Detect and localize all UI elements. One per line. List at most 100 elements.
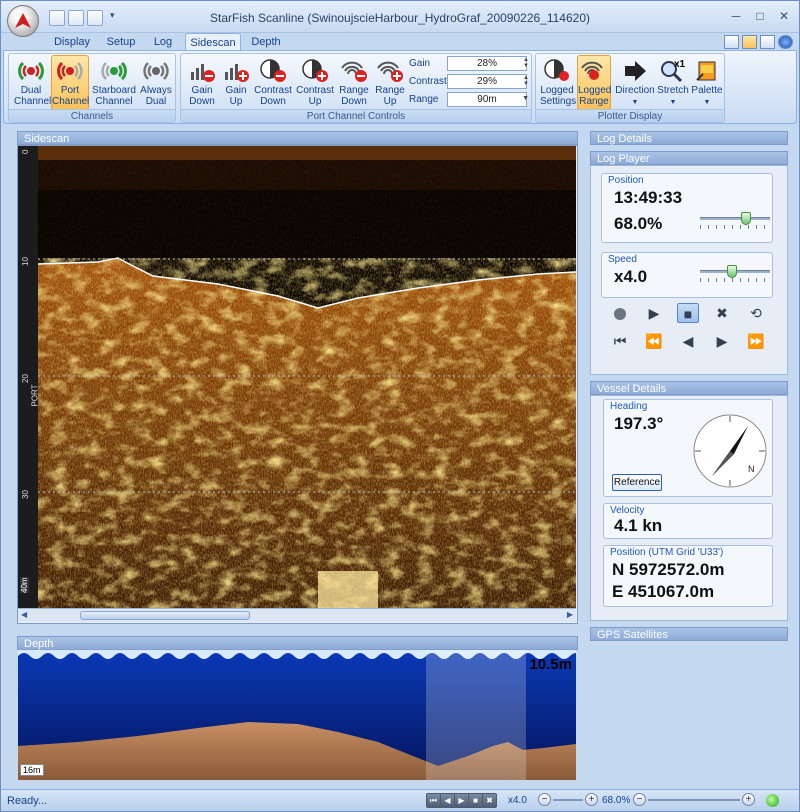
range-down-icon xyxy=(341,61,367,82)
speed-slider-ticks xyxy=(700,278,770,282)
range-up-button[interactable]: Range Up xyxy=(373,55,407,110)
gain-down-button[interactable]: Gain Down xyxy=(185,55,219,110)
current-depth-readout: 10.5m xyxy=(529,656,572,673)
gain-up-button[interactable]: Gain Up xyxy=(221,55,251,110)
minimize-button[interactable]: ─ xyxy=(725,7,747,25)
loop-icon: ⟲ xyxy=(750,305,762,321)
vessel-details-header[interactable]: Vessel Details xyxy=(590,381,788,395)
step-back-icon: ◀ xyxy=(682,333,694,349)
logged-range-button[interactable]: Logged Range xyxy=(577,55,611,110)
velocity-title: Velocity xyxy=(610,505,645,516)
scroll-left-icon[interactable]: ◀ xyxy=(21,610,27,619)
status-skip-start-icon[interactable]: ⏮ xyxy=(427,794,440,807)
range-dropdown-icon[interactable]: ▼ xyxy=(522,95,529,102)
stop-button[interactable]: ■ xyxy=(677,303,699,323)
range-select[interactable]: 90m xyxy=(447,92,527,107)
scroll-right-icon[interactable]: ▶ xyxy=(567,610,573,619)
tab-sidescan[interactable]: Sidescan xyxy=(185,33,241,51)
sidescan-horizontal-scrollbar[interactable]: ◀ ▶ xyxy=(18,608,576,622)
heading-value: 197.3° xyxy=(614,414,664,433)
contrast-spin-icon[interactable]: ▲ ▼ xyxy=(523,75,529,87)
step-back-button[interactable]: ◀ xyxy=(677,331,699,351)
always-dual-button[interactable]: Always Dual xyxy=(139,55,173,110)
layout-split-icon[interactable] xyxy=(742,35,757,49)
go-to-start-button[interactable]: ⏮ xyxy=(609,331,631,351)
fast-forward-button[interactable]: ⏩ xyxy=(745,331,767,351)
palette-icon xyxy=(696,61,716,81)
position-plus-icon[interactable]: + xyxy=(742,793,755,806)
step-forward-button[interactable]: ▶ xyxy=(711,331,733,351)
direction-dropdown-icon[interactable]: ▼ xyxy=(632,99,639,106)
tab-display[interactable]: Display xyxy=(51,33,93,51)
status-speed: x4.0 xyxy=(508,795,527,806)
status-rewind-icon[interactable]: ◀ xyxy=(441,794,454,807)
depth-profile-view[interactable]: 10.5m 16m xyxy=(18,650,576,780)
logged-settings-button[interactable]: Logged Settings xyxy=(539,55,577,110)
range-control: Range 90m ▼ xyxy=(409,92,531,109)
tab-depth[interactable]: Depth xyxy=(247,33,285,51)
dual-channel-button[interactable]: Dual Channel xyxy=(13,55,51,110)
gain-down-icon xyxy=(191,64,215,82)
contrast-up-button[interactable]: Contrast Up xyxy=(295,55,335,110)
depth-tick: 20 xyxy=(21,374,30,383)
gps-satellites-header[interactable]: GPS Satellites xyxy=(590,627,788,641)
status-stop-icon[interactable]: ■ xyxy=(469,794,482,807)
stretch-dropdown-icon[interactable]: ▼ xyxy=(670,99,677,106)
reference-button[interactable]: Reference xyxy=(612,474,662,491)
range-label-40m: 40m xyxy=(20,577,29,593)
easting-value: E 451067.0m xyxy=(612,582,715,601)
gain-spinner[interactable]: 28% xyxy=(447,56,527,71)
stretch-badge: x1 xyxy=(674,59,686,70)
position-slider-thumb[interactable] xyxy=(741,212,751,225)
contrast-down-button[interactable]: Contrast Down xyxy=(253,55,293,110)
record-button[interactable] xyxy=(609,303,631,323)
tab-setup[interactable]: Setup xyxy=(101,33,141,51)
port-channel-button[interactable]: Port Channel xyxy=(51,55,89,110)
close-log-button[interactable]: ✖ xyxy=(711,303,733,323)
direction-label: Direction xyxy=(615,85,655,96)
status-play-icon[interactable]: ▶ xyxy=(455,794,468,807)
ribbon: Dual Channel Port Channel Starboard Chan… xyxy=(3,50,797,124)
contrast-spinner[interactable]: 29% xyxy=(447,74,527,89)
starboard-channel-button[interactable]: Starboard Channel xyxy=(91,55,137,110)
velocity-card: Velocity 4.1 kn xyxy=(603,503,773,539)
tab-log[interactable]: Log xyxy=(149,33,177,51)
sidescan-panel-header: Sidescan xyxy=(17,131,578,145)
position-slider[interactable] xyxy=(700,212,770,230)
log-details-header[interactable]: Log Details xyxy=(590,131,788,145)
help-icon[interactable] xyxy=(778,35,793,49)
speed-slider[interactable] xyxy=(700,265,770,283)
range-down-button[interactable]: Range Down xyxy=(337,55,371,110)
play-icon: ▶ xyxy=(648,305,660,321)
speed-minus-icon[interactable]: − xyxy=(538,793,551,806)
close-button[interactable]: ✕ xyxy=(773,7,795,25)
status-position-slider[interactable] xyxy=(648,799,740,801)
app-menu-button[interactable] xyxy=(7,5,39,37)
gain-spin-icon[interactable]: ▲ ▼ xyxy=(523,57,529,69)
contrast-down-label: Contrast Down xyxy=(254,85,292,107)
stretch-button[interactable]: x1 Stretch ▼ xyxy=(656,55,690,110)
speed-title: Speed xyxy=(608,254,637,265)
maximize-button[interactable]: □ xyxy=(749,7,771,25)
fast-rewind-button[interactable]: ⏪ xyxy=(643,331,665,351)
stop-icon: ■ xyxy=(683,306,693,322)
palette-dropdown-icon[interactable]: ▼ xyxy=(704,99,711,106)
sidescan-view[interactable]: 0 10 20 30 PORT 40m ◀ ▶ xyxy=(18,146,576,622)
palette-button[interactable]: Palette ▼ xyxy=(690,55,724,110)
logged-settings-label: Logged Settings xyxy=(540,85,577,107)
speed-slider-thumb[interactable] xyxy=(727,265,737,278)
play-button[interactable]: ▶ xyxy=(643,303,665,323)
direction-button[interactable]: Direction ▼ xyxy=(614,55,656,110)
position-minus-icon[interactable]: − xyxy=(633,793,646,806)
port-channel-label: Port Channel xyxy=(52,85,90,107)
status-speed-slider[interactable] xyxy=(553,799,583,801)
layout-grid-icon[interactable] xyxy=(724,35,739,49)
layout-single-icon[interactable] xyxy=(760,35,775,49)
speed-plus-icon[interactable]: + xyxy=(585,793,598,806)
scrollbar-thumb[interactable] xyxy=(80,611,250,620)
status-percent: 68.0% xyxy=(602,795,631,806)
status-close-icon[interactable]: ✖ xyxy=(483,794,496,807)
loop-button[interactable]: ⟲ xyxy=(745,303,767,323)
log-player-header[interactable]: Log Player xyxy=(590,151,788,165)
position-percent: 68.0% xyxy=(614,214,663,233)
